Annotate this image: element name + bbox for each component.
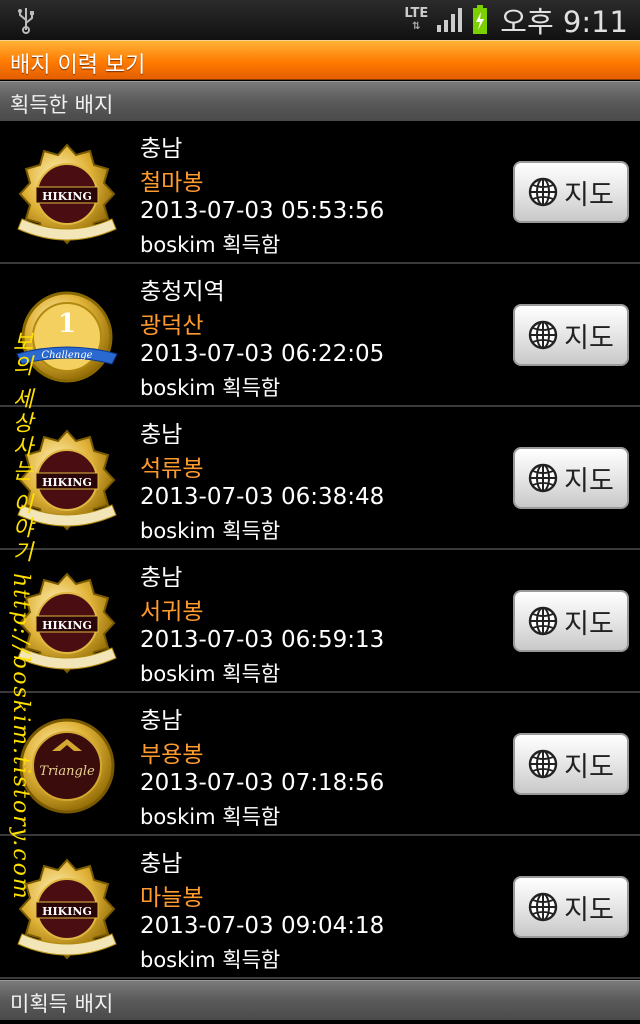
badge-row[interactable]: HIKING 충남 마늘봉 2013-07-03 09:04:18 boskim… <box>0 836 640 979</box>
clock: 오후 9:11 <box>500 5 628 39</box>
globe-icon <box>528 177 558 207</box>
map-button[interactable]: 지도 <box>513 447 629 509</box>
badge-owner: boskim 획득함 <box>140 519 281 543</box>
badge-region: 충남 <box>140 565 183 591</box>
badge-region: 충남 <box>140 136 183 162</box>
map-button[interactable]: 지도 <box>513 733 629 795</box>
badge-timestamp: 2013-07-03 06:22:05 <box>140 341 385 367</box>
badge-row[interactable]: HIKING 충남 석류봉 2013-07-03 06:38:48 boskim… <box>0 407 640 550</box>
badge-region: 충청지역 <box>140 279 225 305</box>
badge-row[interactable]: Triangle 충남 부용봉 2013-07-03 07:18:56 bosk… <box>0 693 640 836</box>
signal-icon <box>437 8 463 32</box>
watermark-overlay: 보의 세상사는 이야기 http://boskim.tistory.com <box>8 330 33 901</box>
usb-icon <box>18 8 34 34</box>
badge-region: 충남 <box>140 851 183 877</box>
badge-owner: boskim 획득함 <box>140 376 281 400</box>
map-button-label: 지도 <box>564 179 614 211</box>
badge-owner: boskim 획득함 <box>140 805 281 829</box>
badge-timestamp: 2013-07-03 09:04:18 <box>140 913 385 939</box>
badge-owner: boskim 획득함 <box>140 662 281 686</box>
page-title: 배지 이력 보기 <box>10 53 146 78</box>
section-header-unacquired[interactable]: 미획득 배지 <box>0 980 640 1020</box>
badge-peak-name: 광덕산 <box>140 313 204 339</box>
badge-region: 충남 <box>140 422 183 448</box>
badge-owner: boskim 획득함 <box>140 948 281 972</box>
badge-peak-name: 부용봉 <box>140 742 204 768</box>
badge-owner: boskim 획득함 <box>140 233 281 257</box>
title-bar: 배지 이력 보기 <box>0 40 640 80</box>
badge-peak-name: 서귀봉 <box>140 599 204 625</box>
svg-text:HIKING: HIKING <box>42 476 92 489</box>
svg-text:HIKING: HIKING <box>42 190 92 203</box>
map-button[interactable]: 지도 <box>513 590 629 652</box>
svg-text:Triangle: Triangle <box>39 764 95 779</box>
badge-icon: HIKING <box>17 143 117 245</box>
globe-icon <box>528 749 558 779</box>
map-button-label: 지도 <box>564 322 614 354</box>
badge-peak-name: 마늘봉 <box>140 885 204 911</box>
map-button-label: 지도 <box>564 608 614 640</box>
map-button[interactable]: 지도 <box>513 304 629 366</box>
map-button[interactable]: 지도 <box>513 161 629 223</box>
map-button-label: 지도 <box>564 465 614 497</box>
badge-region: 충남 <box>140 708 183 734</box>
badge-timestamp: 2013-07-03 07:18:56 <box>140 770 385 796</box>
status-bar: LTE ⇅ 오후 9:11 <box>0 0 640 40</box>
globe-icon <box>528 892 558 922</box>
map-button-label: 지도 <box>564 894 614 926</box>
svg-text:Challenge: Challenge <box>41 350 92 361</box>
badge-row[interactable]: HIKING 충남 서귀봉 2013-07-03 06:59:13 boskim… <box>0 550 640 693</box>
svg-text:HIKING: HIKING <box>42 619 92 632</box>
globe-icon <box>528 320 558 350</box>
globe-icon <box>528 463 558 493</box>
map-button[interactable]: 지도 <box>513 876 629 938</box>
map-button-label: 지도 <box>564 751 614 783</box>
status-icons: LTE ⇅ 오후 9:11 <box>404 0 628 40</box>
svg-text:HIKING: HIKING <box>42 905 92 918</box>
badge-peak-name: 석류봉 <box>140 456 204 482</box>
badge-list[interactable]: HIKING 충남 철마봉 2013-07-03 05:53:56 boskim… <box>0 121 640 979</box>
section-header-acquired: 획득한 배지 <box>0 81 640 121</box>
svg-text:1: 1 <box>58 309 76 339</box>
lte-indicator: LTE ⇅ <box>404 6 429 32</box>
badge-row[interactable]: HIKING 충남 철마봉 2013-07-03 05:53:56 boskim… <box>0 121 640 264</box>
section-unacquired-label: 미획득 배지 <box>10 992 114 1016</box>
globe-icon <box>528 606 558 636</box>
section-acquired-label: 획득한 배지 <box>10 93 114 117</box>
badge-timestamp: 2013-07-03 05:53:56 <box>140 198 385 224</box>
badge-timestamp: 2013-07-03 06:59:13 <box>140 627 385 653</box>
badge-peak-name: 철마봉 <box>140 170 204 196</box>
badge-timestamp: 2013-07-03 06:38:48 <box>140 484 385 510</box>
badge-row[interactable]: 1 Challenge 충청지역 광덕산 2013-07-03 06:22:05… <box>0 264 640 407</box>
battery-charging-icon <box>473 5 488 34</box>
